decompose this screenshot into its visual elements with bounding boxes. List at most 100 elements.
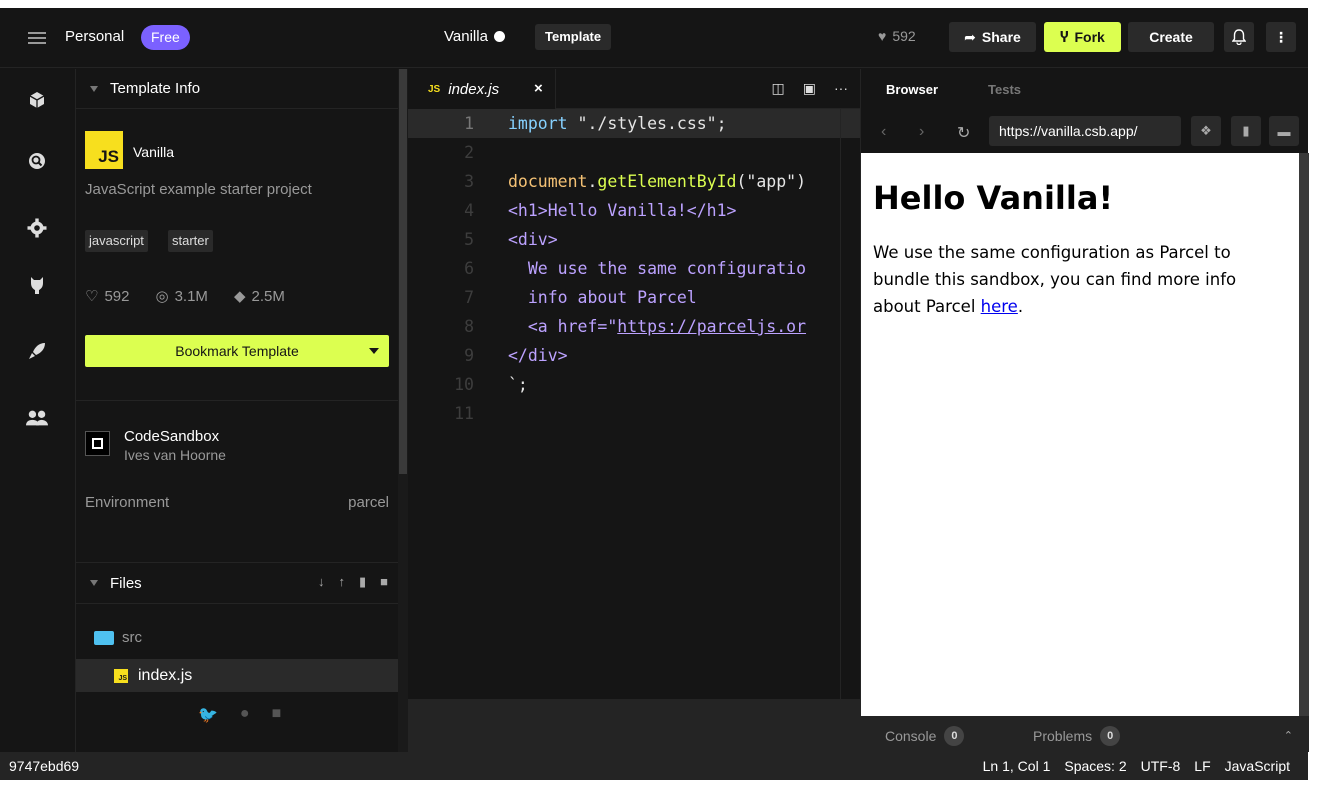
diamond-icon[interactable]: ❖ (1191, 116, 1221, 146)
line-number: 3 (464, 172, 474, 191)
cursor-position[interactable]: Ln 1, Col 1 (983, 758, 1051, 774)
tag-starter[interactable]: starter (168, 230, 213, 252)
preview-tabs: Browser Tests (861, 69, 1309, 109)
code-line[interactable]: 8 <a href="https://parceljs.or (408, 312, 860, 341)
sandbox-title[interactable]: Vanilla (444, 28, 505, 45)
back-icon[interactable]: ‹ (881, 123, 886, 141)
download-icon[interactable]: ↓ (318, 574, 325, 590)
new-file-icon[interactable]: ▮ (359, 574, 366, 590)
fork-icon: Ⴤ (1060, 28, 1069, 45)
code-line[interactable]: 5 <div> (408, 225, 860, 254)
indentation[interactable]: Spaces: 2 (1064, 758, 1126, 774)
paragraph-end: . (1017, 297, 1024, 316)
chevron-up-icon[interactable]: ⌃ (1284, 729, 1293, 742)
team-icon[interactable] (26, 407, 48, 429)
line-ending[interactable]: LF (1194, 758, 1210, 774)
console-count: 0 (944, 726, 965, 746)
eye-icon: ◎ (155, 288, 169, 305)
menu-icon[interactable] (28, 32, 46, 44)
code-token: info about Parcel (508, 288, 697, 307)
js-logo: JS (85, 131, 123, 169)
preview-scrollbar[interactable] (1299, 153, 1309, 716)
more-vertical-icon[interactable]: ⋮ (1266, 22, 1296, 52)
tab-browser[interactable]: Browser (861, 82, 963, 97)
likes-count: 592 (892, 28, 916, 44)
share-arrow-icon: ➦ (964, 28, 976, 45)
folder-name: src (122, 629, 142, 646)
discord-icon[interactable]: ■ (272, 705, 282, 725)
chevron-down-icon (90, 580, 98, 586)
team-owner[interactable]: Ives van Hoorne (124, 447, 226, 463)
likes-counter[interactable]: ♥ 592 (878, 28, 916, 44)
code-token: We use the same configuratio (508, 259, 807, 278)
language-mode[interactable]: JavaScript (1225, 758, 1290, 774)
search-icon[interactable] (26, 150, 48, 172)
folder-src[interactable]: src (94, 629, 142, 646)
template-description: JavaScript example starter project (85, 181, 312, 198)
preview-panel: Browser Tests ‹ › ↻ https://vanilla.csb.… (860, 69, 1309, 752)
forward-icon[interactable]: › (919, 123, 924, 141)
more-horizontal-icon[interactable]: ··· (834, 80, 848, 97)
rocket-icon[interactable] (26, 340, 48, 362)
code-line[interactable]: 11 (408, 399, 860, 428)
tag-javascript[interactable]: javascript (85, 230, 148, 252)
line-number: 8 (464, 317, 474, 336)
close-icon[interactable]: × (534, 80, 543, 97)
gear-icon[interactable] (26, 217, 48, 239)
code-line[interactable]: 6 We use the same configuratio (408, 254, 860, 283)
cube-icon[interactable] (26, 89, 48, 111)
upload-icon[interactable]: ↑ (338, 574, 345, 590)
environment-value: parcel (348, 494, 389, 511)
line-number: 10 (454, 375, 474, 394)
code-line[interactable]: 9 </div> (408, 341, 860, 370)
code-line[interactable]: 4 <h1>Hello Vanilla!</h1> (408, 196, 860, 225)
sidebar-scrollbar[interactable] (398, 69, 408, 752)
environment-label: Environment (85, 494, 170, 511)
paragraph-text: We use the same configuration as Parcel … (873, 243, 1237, 316)
code-token: . (587, 172, 598, 191)
code-line[interactable]: 2 (408, 138, 860, 167)
workspace-name[interactable]: Personal (65, 28, 124, 45)
refresh-icon[interactable]: ↻ (957, 123, 970, 143)
tab-index-js[interactable]: JS index.js × (408, 69, 556, 109)
code-line[interactable]: 3 document.getElementById("app") (408, 167, 860, 196)
bookmark-template-button[interactable]: Bookmark Template (85, 335, 389, 367)
commit-hash[interactable]: 9747ebd69 (9, 758, 79, 774)
top-header: Personal Free Vanilla Template ♥ 592 ➦ S… (0, 8, 1308, 68)
line-source: We use the same configuratio (508, 254, 806, 283)
line-number: 2 (464, 143, 474, 162)
code-token: </div> (508, 346, 568, 365)
github-icon[interactable] (26, 274, 48, 296)
template-info-title: Template Info (110, 80, 201, 97)
fork-button[interactable]: Ⴤ Fork (1044, 22, 1121, 52)
create-button[interactable]: Create (1128, 22, 1214, 52)
team-name[interactable]: CodeSandbox (124, 428, 219, 445)
url-input[interactable]: https://vanilla.csb.app/ (989, 116, 1181, 146)
encoding[interactable]: UTF-8 (1141, 758, 1181, 774)
share-button[interactable]: ➦ Share (949, 22, 1036, 52)
popout-icon[interactable]: ▬ (1269, 116, 1299, 146)
code-area[interactable]: 1 import "./styles.css"; 2 3 document.getEle… (408, 109, 860, 699)
twitter-icon[interactable]: 🐦 (198, 705, 218, 725)
split-view-icon[interactable]: ◫ (772, 80, 785, 97)
console-tab[interactable]: Console 0 (885, 726, 965, 746)
dropdown-caret-icon[interactable] (369, 348, 379, 354)
new-folder-icon[interactable]: ■ (380, 574, 388, 590)
code-line[interactable]: 7 info about Parcel (408, 283, 860, 312)
github-icon[interactable]: ● (240, 705, 250, 725)
activity-bar (0, 69, 76, 752)
tab-tests[interactable]: Tests (963, 82, 1046, 97)
template-info-header[interactable]: Template Info (76, 69, 398, 109)
js-badge: JS (428, 83, 441, 95)
bell-icon[interactable] (1224, 22, 1254, 52)
code-line[interactable]: 10 `; (408, 370, 860, 399)
code-line[interactable]: 1 import "./styles.css"; (408, 109, 860, 138)
open-window-icon[interactable]: ▮ (1231, 116, 1261, 146)
code-token: getElementById (597, 172, 737, 191)
problems-tab[interactable]: Problems 0 (1033, 726, 1121, 746)
template-stats: ♡ 592 ◎ 3.1M ◆ 2.5M (85, 287, 285, 306)
preview-icon[interactable]: ▣ (803, 80, 816, 97)
here-link[interactable]: here (981, 297, 1018, 316)
problems-count: 0 (1100, 726, 1121, 746)
file-index-js[interactable]: JS index.js (76, 659, 398, 692)
